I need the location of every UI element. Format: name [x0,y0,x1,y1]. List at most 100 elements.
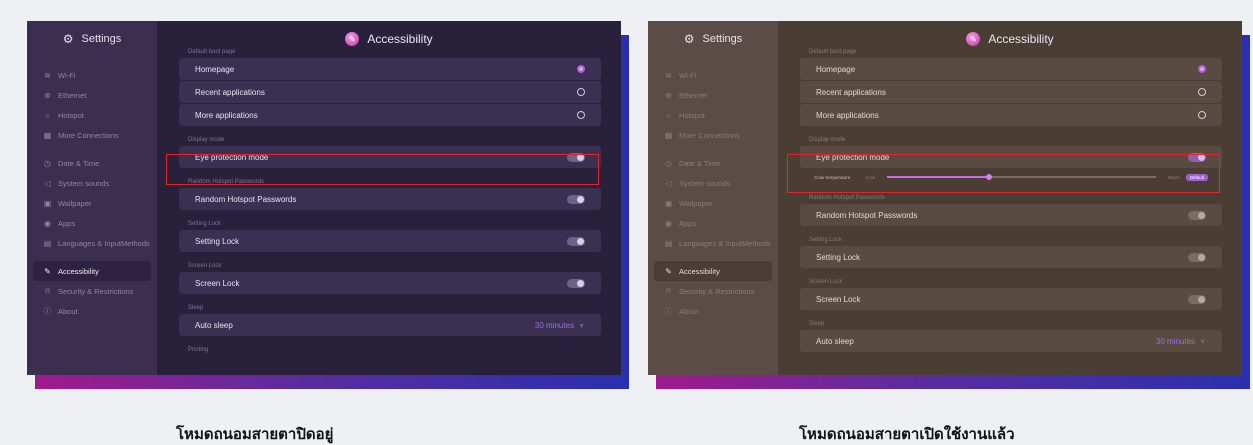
sidebar-item-system-sounds[interactable]: ◁ System sounds [27,173,157,193]
settings-list: Default boot page Homepage Recent applic… [778,47,1242,361]
sidebar-item-ethernet[interactable]: ⊛ Ethernet [648,85,778,105]
sidebar-item-wi-fi[interactable]: ≋ Wi-Fi [27,65,157,85]
screen-lock-toggle[interactable] [1188,294,1206,304]
clock-icon: ◷ [665,158,672,168]
option-label: Recent applications [195,87,265,97]
radio-selected-icon[interactable] [577,65,585,73]
main-content: ✎ Accessibility Default boot page Homepa… [778,21,1242,375]
radio-icon[interactable] [577,88,585,96]
option-recent-applications[interactable]: Recent applications [179,81,601,103]
section-default-boot-page: Default boot page [809,49,857,55]
screen-lock-toggle[interactable] [567,278,585,288]
option-homepage[interactable]: Homepage [179,58,601,80]
setting-lock-toggle[interactable] [1188,252,1206,262]
setting-lock-group: Setting Lock [179,229,601,253]
section-sleep: Sleep [809,321,825,327]
row-label: Auto sleep [816,336,854,346]
setting-lock-row[interactable]: Setting Lock [800,246,1222,268]
settings-gear-icon: ⚙ [62,32,74,46]
accessibility-icon: ✎ [665,266,672,276]
sidebar-item-label: System sounds [58,178,110,188]
sidebar-item-label: Date & Time [58,158,100,168]
sidebar-item-label: More Connections [679,130,740,140]
option-more-applications[interactable]: More applications [179,104,601,126]
sidebar-item-hotspot[interactable]: ☼ Hotspot [648,105,778,125]
settings-gear-icon: ⚙ [683,32,695,46]
section-sleep: Sleep [188,305,204,311]
setting-lock-row[interactable]: Setting Lock [179,230,601,252]
option-label: More applications [816,110,879,120]
sleep-group: Auto sleep 30 minutes ▼ [179,313,601,337]
settings-list: Default boot page Homepage Recent applic… [157,47,621,355]
setting-lock-toggle[interactable] [567,236,585,246]
apps-icon: ◉ [44,218,51,228]
sidebar-item-apps[interactable]: ◉ Apps [648,213,778,233]
sidebar-header: ⚙ Settings [648,21,778,57]
speaker-icon: ◁ [665,178,672,188]
caret-down-icon: ▼ [578,322,585,330]
sidebar-item-about[interactable]: ⓘ About [27,301,157,321]
option-label: Homepage [195,64,235,74]
boot-page-group: Homepage Recent applications More applic… [179,57,601,127]
sidebar-item-label: About [58,306,78,316]
hotspot-group: Random Hotspot Passwords [179,187,601,211]
row-label: Setting Lock [195,236,240,246]
sidebar-list: ≋ Wi-Fi ⊛ Ethernet ☼ Hotspot ▦ More Connections… [27,57,157,321]
option-label: Recent applications [816,87,886,97]
option-more-applications[interactable]: More applications [800,104,1222,126]
sidebar-item-wallpaper[interactable]: ▣ Wallpaper [648,193,778,213]
sidebar-item-accessibility[interactable]: ✎ Accessibility [654,261,772,281]
row-label: Random Hotspot Passwords [816,210,918,220]
auto-sleep-row[interactable]: Auto sleep 30 minutes ▼ [800,330,1222,352]
sidebar-item-wallpaper[interactable]: ▣ Wallpaper [27,193,157,213]
sidebar-item-languages-inputmethods[interactable]: ▤ Languages & InputMethods [648,233,778,253]
more-connections-icon: ▦ [43,130,52,140]
sidebar-item-label: Security & Restrictions [679,286,755,296]
random-hotspot-row[interactable]: Random Hotspot Passwords [179,188,601,210]
highlight-box [787,154,1220,193]
sidebar-item-apps[interactable]: ◉ Apps [27,213,157,233]
auto-sleep-dropdown[interactable]: 30 minutes ▼ [1156,337,1206,346]
hotspot-icon: ☼ [664,110,673,120]
radio-icon[interactable] [577,111,585,119]
sidebar-item-more-connections[interactable]: ▦ More Connections [648,125,778,145]
lock-icon: ⍾ [44,286,51,295]
sidebar-item-hotspot[interactable]: ☼ Hotspot [27,105,157,125]
section-setting-lock: Setting Lock [188,221,222,227]
sidebar-item-label: Hotspot [58,110,84,120]
random-hotspot-toggle[interactable] [567,194,585,204]
sidebar-item-date-time[interactable]: ◷ Date & Time [27,153,157,173]
sidebar-item-ethernet[interactable]: ⊛ Ethernet [27,85,157,105]
sidebar-item-system-sounds[interactable]: ◁ System sounds [648,173,778,193]
random-hotspot-toggle[interactable] [1188,210,1206,220]
sidebar-item-security-restrictions[interactable]: ⍾ Security & Restrictions [648,281,778,301]
radio-icon[interactable] [1198,111,1206,119]
sidebar-item-label: Security & Restrictions [58,286,134,296]
sidebar-header: ⚙ Settings [27,21,157,57]
auto-sleep-row[interactable]: Auto sleep 30 minutes ▼ [179,314,601,336]
settings-screen: ⚙ Settings ≋ Wi-Fi ⊛ Ethernet ☼ Hotspot ▦ More … [27,21,621,375]
sidebar-item-label: Date & Time [679,158,721,168]
sidebar-item-label: Apps [58,218,76,228]
sidebar-item-security-restrictions[interactable]: ⍾ Security & Restrictions [27,281,157,301]
sidebar-item-languages-inputmethods[interactable]: ▤ Languages & InputMethods [27,233,157,253]
random-hotspot-row[interactable]: Random Hotspot Passwords [800,204,1222,226]
sidebar-item-label: System sounds [679,178,731,188]
option-recent-applications[interactable]: Recent applications [800,81,1222,103]
sidebar-item-label: About [679,306,699,316]
auto-sleep-dropdown[interactable]: 30 minutes ▼ [535,321,585,330]
sidebar-item-accessibility[interactable]: ✎ Accessibility [33,261,151,281]
option-homepage[interactable]: Homepage [800,58,1222,80]
language-icon: ▤ [43,238,52,248]
sidebar-item-about[interactable]: ⓘ About [648,301,778,321]
sidebar-item-label: Wi-Fi [58,70,76,80]
screen-lock-row[interactable]: Screen Lock [800,288,1222,310]
sidebar-item-more-connections[interactable]: ▦ More Connections [27,125,157,145]
screen-lock-row[interactable]: Screen Lock [179,272,601,294]
section-printing: Printing [188,347,209,353]
sidebar-item-date-time[interactable]: ◷ Date & Time [648,153,778,173]
sidebar-item-wi-fi[interactable]: ≋ Wi-Fi [648,65,778,85]
info-icon: ⓘ [664,306,673,316]
radio-selected-icon[interactable] [1198,65,1206,73]
radio-icon[interactable] [1198,88,1206,96]
